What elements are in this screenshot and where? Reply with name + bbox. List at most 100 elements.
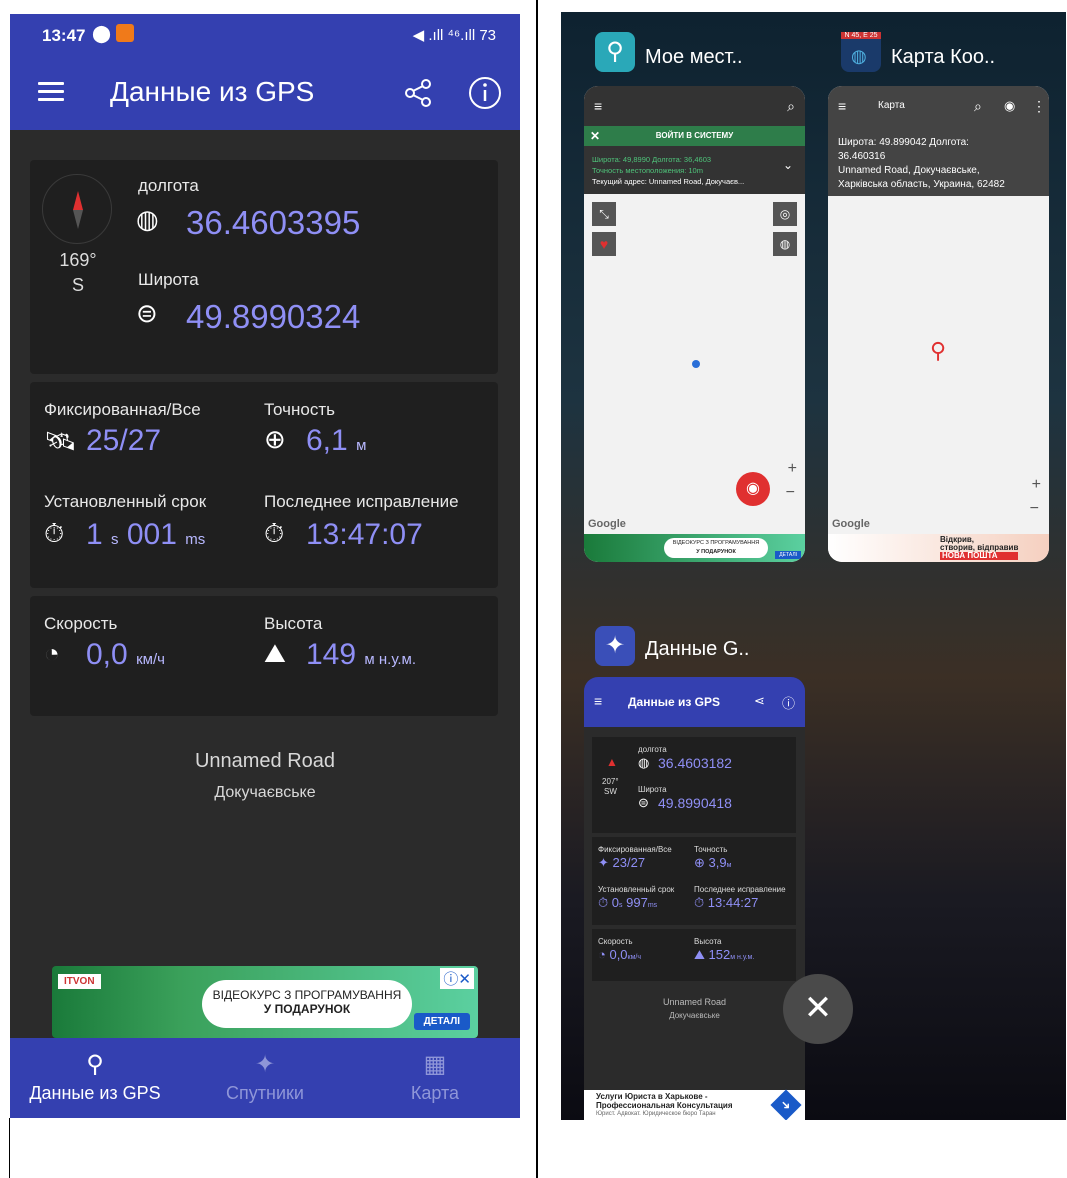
app3-ad-banner[interactable]: Услуги Юриста в Харькове - Профессиональ… (584, 1089, 805, 1120)
gps-data-screen: 13:47 ⬤ ◀ .ıll ⁴⁶.ıll 73 Данные из GPS 1… (10, 14, 520, 1118)
map-icon: ▦ (423, 1051, 447, 1078)
app1-chevron-down-icon[interactable]: ⌄ (783, 159, 793, 171)
app1-locate-fab[interactable]: ◉ (736, 472, 770, 506)
app3-fix-card: Фиксированная/Все ✦ 23/27 Точность ⊕ 3,9… (592, 837, 796, 925)
latitude-value: 49.8990324 (186, 298, 361, 335)
ttf-label: Установленный срок (44, 492, 207, 511)
last-fix-label: Последнее исправление (264, 492, 459, 511)
app2-menu-icon[interactable]: ≡ (838, 98, 846, 114)
app1-search-icon[interactable]: ⌕ (787, 98, 795, 115)
satellites-value: 25/27 (86, 424, 162, 457)
app2-map[interactable]: ⚲ + − Google (828, 196, 1049, 534)
recent-app2-title[interactable]: Карта Коо.. (891, 46, 995, 69)
app1-map[interactable]: ⤡ ♥ ◎ ◍ + − ◉ Google (584, 194, 805, 534)
recent-app3-card[interactable]: ≡ Данные из GPS ⋖ ⓘ ▲ 207° SW долгота 36… (584, 677, 805, 1120)
ttf-value: 1 s 001 ms (86, 518, 206, 551)
app2-google-logo: Google (832, 518, 870, 530)
app1-toolbar: ≡ ⌕ (584, 86, 805, 126)
app1-menu-icon[interactable]: ≡ (594, 98, 602, 114)
ad-banner[interactable]: ITVON ВІДЕОКУРС З ПРОГРАМУВАННЯ У ПОДАРУ… (52, 966, 478, 1038)
close-all-button[interactable]: ✕ (783, 974, 853, 1044)
app1-location-dot (692, 360, 700, 368)
app2-more-icon[interactable]: ⋮ (1032, 98, 1046, 115)
nav-item-gps-data[interactable]: ⚲ Данные из GPS (10, 1038, 180, 1118)
recent-app1-card[interactable]: ≡ ⌕ ✕ ВОЙТИ В СИСТЕМУ Широта: 49,8990 До… (584, 86, 805, 562)
accuracy-value: 6,1 м (306, 424, 367, 457)
speed-value: 0,0 км/ч (86, 638, 165, 671)
app3-coords-card: ▲ 207° SW долгота 36.4603182 ◍ Широта 49… (592, 737, 796, 833)
app2-dropdown[interactable]: Карта (878, 100, 905, 111)
app3-menu-icon[interactable]: ≡ (594, 693, 602, 709)
app1-expand-icon[interactable]: ⤡ (592, 202, 616, 226)
app3-share-icon[interactable]: ⋖ (754, 693, 765, 709)
recent-app2-card[interactable]: ≡ Карта ⌕ ◉ ⋮ Широта: 49.899042 Долгота:… (828, 86, 1049, 562)
address-line2: Докучаєвське (214, 784, 316, 801)
gps-data-app-icon[interactable]: ✦ (595, 626, 635, 666)
app1-heart-icon[interactable]: ♥ (592, 232, 616, 256)
status-bar: 13:47 ⬤ ◀ .ıll ⁴⁶.ıll 73 (10, 14, 520, 54)
app3-address2: Докучаєвське (669, 1011, 720, 1020)
compass-icon (42, 174, 112, 244)
speedometer-icon: ◔ (44, 638, 60, 668)
app1-zoom-out-button[interactable]: − (786, 484, 795, 502)
app1-target-icon[interactable]: ◎ (773, 202, 797, 226)
ad-cta-button[interactable]: ДЕТАЛІ (413, 1013, 470, 1030)
app1-globe-icon[interactable]: ◍ (773, 232, 797, 256)
satellite-icon: 🛰 (44, 426, 78, 456)
app2-zoom-out-button[interactable]: − (1030, 500, 1039, 518)
app1-zoom-in-button[interactable]: + (788, 460, 797, 478)
latitude-globe-icon: ⊜ (136, 298, 158, 328)
altitude-label: Высота (264, 614, 323, 633)
stopwatch-icon: ⏱ (44, 518, 65, 548)
bottom-nav: ⚲ Данные из GPS ✦ Спутники ▦ Карта (10, 1038, 520, 1118)
app1-ad-cta[interactable]: ДЕТАЛІ (775, 551, 801, 559)
status-indicators: ◀ .ıll ⁴⁶.ıll 73 (412, 27, 496, 44)
app2-ad-banner[interactable]: Відкрив, створив, відправив НОВА ПОШТА (828, 534, 1049, 562)
app1-ad-banner[interactable]: ВІДЕОКУРС З ПРОГРАМУВАННЯ У ПОДАРУНОК ДЕТ… (584, 534, 805, 562)
satellite-nav-icon: ✦ (254, 1051, 276, 1078)
longitude-value: 36.4603395 (186, 204, 361, 241)
altitude-value: 149 м н.у.м. (306, 638, 416, 671)
recent-app1-title[interactable]: Мое мест.. (645, 46, 743, 69)
app-bar: Данные из GPS (10, 54, 520, 130)
my-location-app-icon[interactable]: ⚲ (595, 32, 635, 72)
nav-item-map[interactable]: ▦ Карта (350, 1038, 520, 1118)
nav-item-satellites[interactable]: ✦ Спутники (180, 1038, 350, 1118)
app2-zoom-in-button[interactable]: + (1032, 476, 1041, 494)
speed-label: Скорость (44, 614, 118, 633)
ad-brand: ITVON (58, 974, 101, 989)
app1-login-bar[interactable]: ✕ ВОЙТИ В СИСТЕМУ (584, 126, 805, 146)
app3-address1: Unnamed Road (662, 997, 727, 1007)
app2-toolbar: ≡ Карта ⌕ ◉ ⋮ (828, 86, 1049, 126)
longitude-globe-icon: ◍ (136, 204, 159, 234)
location-pin-icon: ⬤ (92, 24, 112, 43)
app3-info-icon[interactable]: ⓘ (782, 693, 795, 712)
app2-gps-icon[interactable]: ◉ (1004, 98, 1015, 114)
app3-motion-card: Скорость ◔ 0,0км/ч Высота ⛰ 152м н.у.м. (592, 929, 796, 981)
status-time: 13:47 (42, 26, 86, 45)
recent-apps-screen: ⚲ Мое мест.. ≡ ⌕ ✕ ВОЙТИ В СИСТЕМУ Широт… (561, 12, 1066, 1120)
divider-left-edge (9, 1118, 10, 1178)
timer-icon: ⏱ (264, 518, 285, 548)
recent-app3-title[interactable]: Данные G.. (645, 638, 749, 661)
ad-close-icon[interactable]: ⓘ✕ (440, 968, 474, 989)
map-coords-app-icon[interactable]: N 45, E 25 ◍ (841, 32, 881, 72)
divider-vertical (536, 0, 538, 1178)
location-person-icon: ⚲ (86, 1051, 104, 1078)
app1-info-panel: Широта: 49,8990 Долгота: 36,4603 Точност… (584, 146, 805, 194)
app3-title: Данные из GPS (628, 695, 720, 709)
accuracy-label: Точность (264, 400, 335, 419)
compass-heading: 169° S (59, 250, 97, 295)
page-title: Данные из GPS (110, 76, 315, 107)
ad-text: ВІДЕОКУРС З ПРОГРАМУВАННЯ У ПОДАРУНОК (202, 980, 412, 1028)
menu-icon[interactable] (38, 82, 64, 102)
last-fix-value: 13:47:07 (306, 518, 423, 551)
app-notification-icon (116, 24, 134, 42)
app2-map-pin-icon: ⚲ (930, 338, 947, 363)
app1-close-icon[interactable]: ✕ (590, 126, 600, 146)
longitude-label: долгота (138, 176, 199, 195)
info-icon[interactable] (468, 76, 502, 110)
share-icon[interactable] (402, 76, 436, 110)
app2-search-icon[interactable]: ⌕ (974, 98, 982, 115)
app3-toolbar: ≡ Данные из GPS ⋖ ⓘ (584, 677, 805, 727)
